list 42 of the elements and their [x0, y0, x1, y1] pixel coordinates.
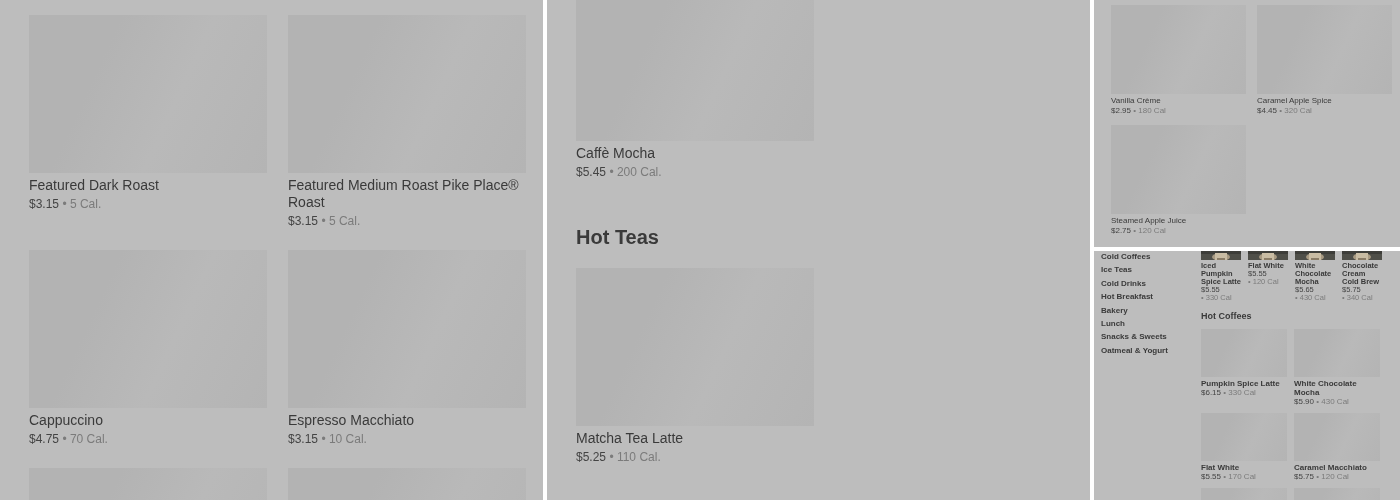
section-heading: Hot Teas [576, 225, 660, 250]
item-price: $5.25 [576, 450, 607, 464]
sidebar-item[interactable]: Ice Teas [1101, 265, 1132, 275]
sidebar-item[interactable]: Hot Breakfast [1101, 292, 1153, 302]
item-price: $3.15 [288, 214, 319, 228]
item-title[interactable]: Featured Dark Roast [29, 177, 267, 194]
item-price: $5.55 [1201, 471, 1222, 481]
calorie-count: • 110 Cal. [609, 450, 661, 464]
item-title[interactable]: Steamed Apple Juice [1111, 216, 1246, 226]
item-title[interactable]: Caramel Macchiato [1294, 462, 1380, 472]
item-price: $4.75 [29, 432, 60, 446]
item-title[interactable]: Featured Medium Roast Pike Place® Roast [288, 177, 526, 211]
item-price: $3.15 [288, 432, 319, 446]
calorie-count: • 5 Cal. [62, 197, 102, 211]
item-price: $3.15 [29, 197, 60, 211]
item-price: $6.15 [1201, 387, 1222, 397]
item-price: $2.75 [1111, 226, 1132, 235]
sidebar-item[interactable]: Cold Coffees [1101, 252, 1151, 262]
section-heading: Hot Coffees [1201, 310, 1253, 323]
item-title[interactable]: Matcha Tea Latte [576, 430, 814, 447]
item-price: $5.45 [576, 165, 607, 179]
calorie-count: • 5 Cal. [321, 214, 361, 228]
item-title[interactable]: Flat White [1201, 462, 1287, 472]
sidebar-item[interactable]: Oatmeal & Yogurt [1101, 345, 1168, 356]
item-title[interactable]: Espresso Macchiato [288, 412, 526, 429]
sidebar-item[interactable]: Bakery [1101, 305, 1128, 316]
item-title[interactable]: Vanilla Crème [1111, 96, 1246, 106]
calorie-count: • 70 Cal. [62, 432, 108, 446]
sidebar-item[interactable]: Cold Drinks [1101, 278, 1146, 289]
item-price: $5.90 [1294, 396, 1315, 406]
calorie-count: • 10 Cal. [321, 432, 367, 446]
item-title[interactable]: Caffè Mocha [576, 145, 814, 162]
item-title[interactable]: White Chocolate Mocha [1294, 378, 1380, 397]
item-price: $2.95 [1111, 106, 1132, 115]
calorie-count: • 200 Cal. [609, 165, 662, 179]
item-title[interactable]: Pumpkin Spice Latte [1201, 378, 1287, 388]
item-price: $5.75 [1294, 471, 1315, 481]
item-price: $4.45 [1257, 106, 1278, 115]
sidebar-item[interactable]: Lunch [1101, 319, 1125, 329]
sidebar-item[interactable]: Snacks & Sweets [1101, 332, 1167, 342]
item-title[interactable]: Cappuccino [29, 412, 267, 429]
item-title[interactable]: Caramel Apple Spice [1257, 96, 1392, 106]
